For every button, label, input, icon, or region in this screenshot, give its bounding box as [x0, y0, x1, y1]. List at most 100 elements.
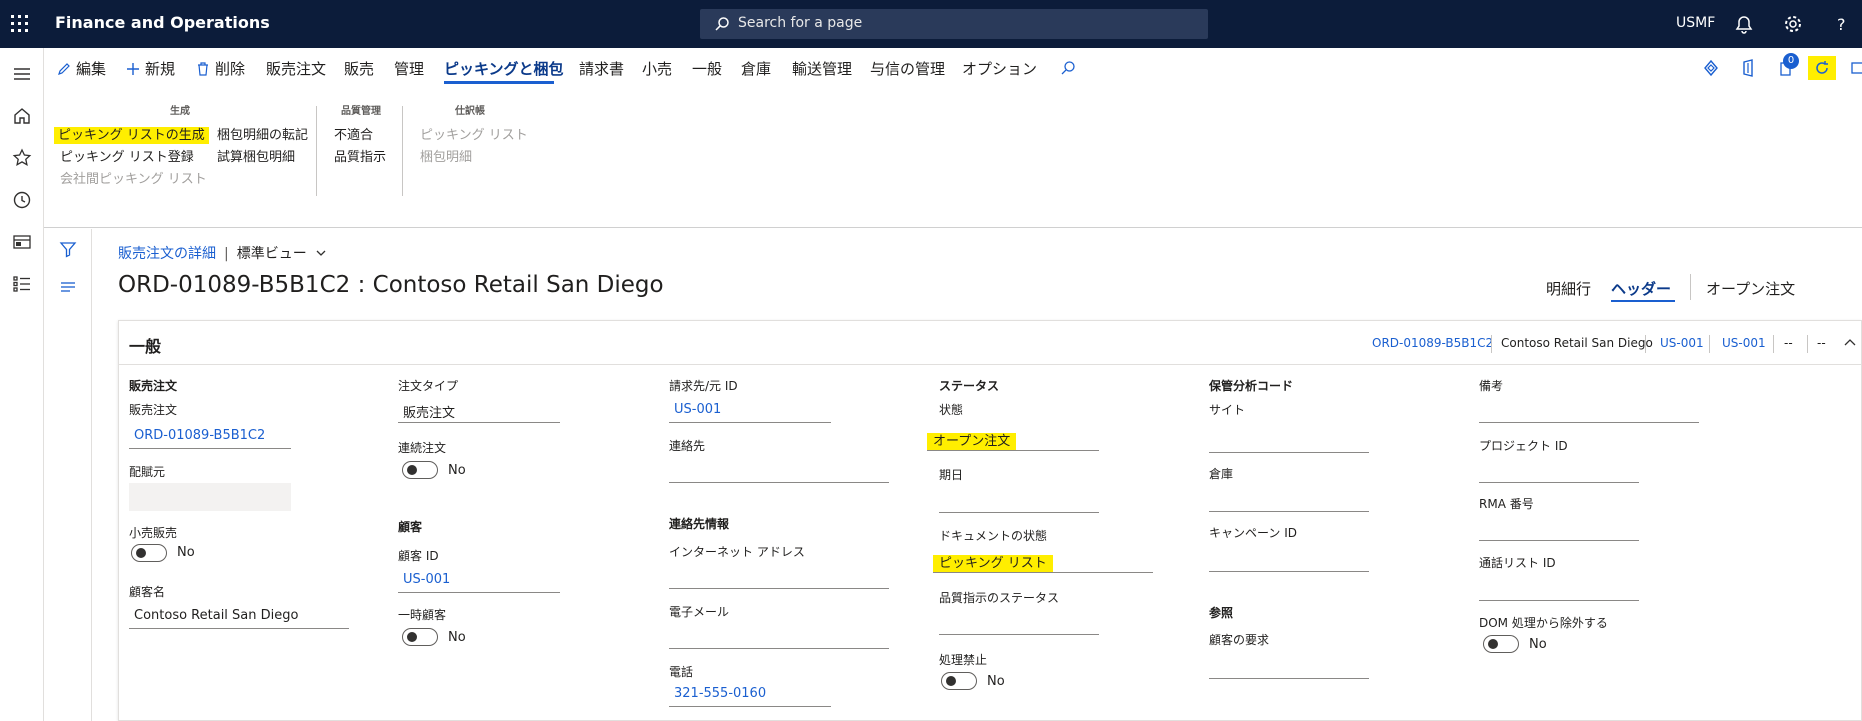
intercompany-picking-list-button[interactable]: 会社間ピッキング リスト [60, 168, 207, 187]
contact-info-group-title: 連絡先情報 [669, 517, 730, 531]
picking-list-registration-button[interactable]: ピッキング リスト登録 [60, 146, 194, 165]
search-input[interactable]: Search for a page [700, 9, 1208, 39]
rma-number-field[interactable] [1479, 517, 1639, 541]
tab-pick-and-pack[interactable]: ピッキングと梱包 [444, 58, 564, 79]
pro-forma-packing-slip-button[interactable]: 試算梱包明細 [217, 146, 295, 165]
nonconformance-button[interactable]: 不適合 [334, 124, 373, 143]
workspaces-icon[interactable] [10, 230, 34, 254]
tab-invoice[interactable]: 請求書 [579, 58, 624, 79]
summary-sales-order[interactable]: ORD-01089-B5B1C2 [1372, 336, 1493, 350]
do-not-process-toggle[interactable] [941, 672, 977, 690]
continuity-order-value: No [448, 463, 466, 478]
hamburger-menu-icon[interactable] [10, 62, 34, 86]
customer-requisition-field[interactable] [1209, 655, 1369, 679]
office-icon[interactable] [1738, 58, 1758, 78]
retail-sale-toggle[interactable] [131, 544, 167, 562]
refresh-button[interactable] [1808, 56, 1836, 80]
project-id-field[interactable] [1479, 459, 1639, 483]
quality-order-status-field[interactable] [939, 611, 1099, 635]
order-type-label: 注文タイプ [398, 379, 459, 393]
internet-address-field[interactable] [669, 565, 889, 589]
bell-icon[interactable] [1732, 12, 1756, 36]
quality-orders-button[interactable]: 品質指示 [334, 146, 386, 165]
summary-separator [1645, 335, 1646, 353]
action-search-icon[interactable] [1060, 60, 1076, 76]
recent-clock-icon[interactable] [10, 188, 34, 212]
generate-picking-list-button[interactable]: ピッキング リストの生成 [54, 124, 209, 144]
tab-lines[interactable]: 明細行 [1546, 278, 1591, 299]
tab-open-orders[interactable]: オープン注文 [1706, 278, 1795, 299]
contact-field[interactable] [669, 459, 889, 483]
customer-name-label: 顧客名 [129, 585, 166, 599]
due-date-field[interactable] [939, 489, 1099, 513]
selected-tab-indicator [444, 81, 554, 84]
home-icon[interactable] [10, 104, 34, 128]
tab-sales-order[interactable]: 販売注文 [266, 58, 326, 79]
company-picker[interactable]: USMF [1676, 15, 1715, 31]
tab-options[interactable]: オプション [962, 58, 1037, 79]
warehouse-field[interactable] [1209, 488, 1369, 512]
tab-retail[interactable]: 小売 [642, 58, 672, 79]
invoice-account-field[interactable]: US-001 [669, 399, 831, 423]
tab-manage[interactable]: 管理 [394, 58, 424, 79]
phone-field[interactable]: 321-555-0160 [669, 683, 831, 707]
svg-text:?: ? [1837, 15, 1846, 34]
call-list-id-label: 通話リスト ID [1479, 556, 1556, 570]
call-list-id-field[interactable] [1479, 577, 1639, 601]
tab-header[interactable]: ヘッダー [1611, 278, 1671, 299]
filter-icon[interactable] [58, 239, 78, 259]
tab-sell[interactable]: 販売 [344, 58, 374, 79]
modules-list-icon[interactable] [10, 272, 34, 296]
dom-exclude-toggle[interactable] [1483, 635, 1519, 653]
gear-icon[interactable] [1781, 12, 1805, 36]
breadcrumb-link[interactable]: 販売注文の詳細 [118, 246, 216, 262]
due-date-label: 期日 [939, 468, 964, 482]
email-label: 電子メール [669, 605, 730, 619]
pencil-icon [58, 63, 70, 75]
notes-field[interactable] [1479, 399, 1699, 423]
order-type-field[interactable]: 販売注文 [398, 399, 560, 423]
site-label: サイト [1209, 403, 1246, 417]
customer-name-field[interactable]: Contoso Retail San Diego [129, 605, 349, 629]
view-selector[interactable]: 標準ビュー [237, 246, 327, 262]
general-fasttab: 一般 ORD-01089-B5B1C2 Contoso Retail San D… [118, 320, 1862, 721]
new-button[interactable]: 新規 [125, 58, 175, 79]
tab-warehouse[interactable]: 倉庫 [741, 58, 771, 79]
open-new-window-icon[interactable] [1848, 58, 1862, 78]
email-field[interactable] [669, 625, 889, 649]
list-lines-icon[interactable] [58, 277, 78, 297]
ribbon-separator [402, 106, 403, 196]
onetime-customer-toggle[interactable] [402, 628, 438, 646]
power-apps-icon[interactable] [1701, 58, 1721, 78]
edit-button[interactable]: 編集 [56, 58, 106, 79]
delete-button[interactable]: 削除 [195, 58, 245, 79]
summary-invoice-account[interactable]: US-001 [1722, 336, 1766, 350]
customer-id-field[interactable]: US-001 [398, 569, 560, 593]
project-id-label: プロジェクト ID [1479, 439, 1568, 453]
chevron-up-icon[interactable] [1843, 336, 1857, 350]
app-launcher-icon[interactable] [8, 12, 32, 36]
status-group-title: ステータス [939, 379, 1000, 393]
customer-requisition-label: 顧客の要求 [1209, 633, 1270, 647]
post-packing-slip-button[interactable]: 梱包明細の転記 [217, 124, 308, 143]
favorites-star-icon[interactable] [10, 146, 34, 170]
summary-separator [1491, 335, 1492, 353]
breadcrumb: 販売注文の詳細 | 標準ビュー [118, 243, 327, 263]
summary-customer-account[interactable]: US-001 [1660, 336, 1704, 350]
general-fasttab-header[interactable]: 一般 ORD-01089-B5B1C2 Contoso Retail San D… [119, 321, 1861, 365]
tab-credit-management[interactable]: 与信の管理 [870, 58, 945, 79]
tab-general[interactable]: 一般 [692, 58, 722, 79]
packing-slip-journal-button[interactable]: 梱包明細 [420, 146, 472, 165]
sales-order-group-title: 販売注文 [129, 379, 178, 393]
site-field[interactable] [1209, 429, 1369, 453]
sales-order-field[interactable]: ORD-01089-B5B1C2 [129, 425, 291, 449]
help-icon[interactable]: ? [1830, 12, 1854, 36]
continuity-order-toggle[interactable] [402, 461, 438, 479]
app-title[interactable]: Finance and Operations [55, 13, 270, 32]
campaign-id-field[interactable] [1209, 548, 1369, 572]
summary-separator [1773, 335, 1774, 353]
tab-transportation[interactable]: 輸送管理 [792, 58, 852, 79]
view-selector-label: 標準ビュー [236, 246, 307, 262]
campaign-id-label: キャンペーン ID [1209, 526, 1297, 540]
picking-list-journal-button[interactable]: ピッキング リスト [420, 124, 528, 143]
